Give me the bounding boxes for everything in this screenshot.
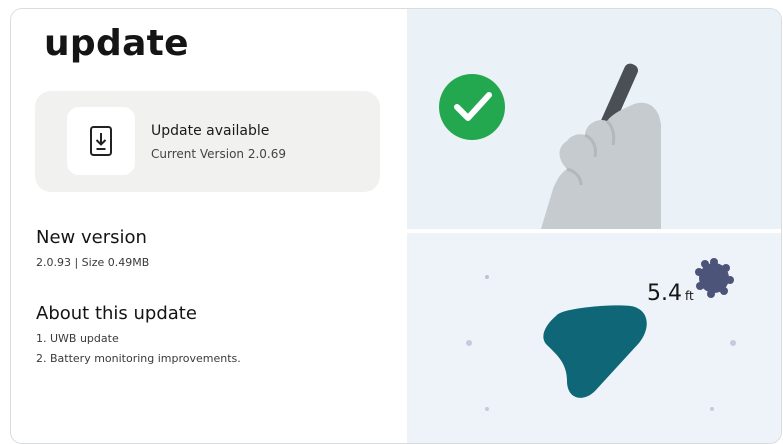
distance-finder-panel: 5.4 ft bbox=[407, 233, 781, 443]
stylus-illustration-panel bbox=[407, 9, 781, 229]
page-title: update bbox=[44, 23, 189, 64]
new-version-details: 2.0.93 | Size 0.49MB bbox=[36, 256, 150, 269]
download-phone-icon bbox=[67, 107, 135, 175]
update-card: update Update available Current Version … bbox=[10, 8, 782, 444]
hand-holding-stylus-illustration bbox=[439, 63, 661, 229]
release-notes-list: 1. UWB update 2. Battery monitoring impr… bbox=[36, 329, 241, 369]
new-version-heading: New version bbox=[36, 227, 147, 248]
release-note-item: 2. Battery monitoring improvements. bbox=[36, 352, 241, 365]
release-note-item: 1. UWB update bbox=[36, 332, 119, 345]
update-available-label: Update available bbox=[151, 123, 270, 139]
distance-readout: 5.4 ft bbox=[647, 281, 694, 306]
current-version-label: Current Version 2.0.69 bbox=[151, 147, 286, 161]
distance-value: 5.4 bbox=[647, 281, 682, 306]
direction-arrow-illustration bbox=[466, 258, 736, 411]
distance-unit: ft bbox=[685, 289, 694, 303]
checkmark-icon bbox=[439, 74, 505, 140]
update-details-pane: update Update available Current Version … bbox=[11, 9, 407, 443]
target-marker-icon bbox=[695, 258, 734, 298]
update-available-card[interactable]: Update available Current Version 2.0.69 bbox=[35, 91, 380, 192]
about-update-heading: About this update bbox=[36, 303, 197, 324]
direction-arrow-icon bbox=[543, 305, 647, 398]
